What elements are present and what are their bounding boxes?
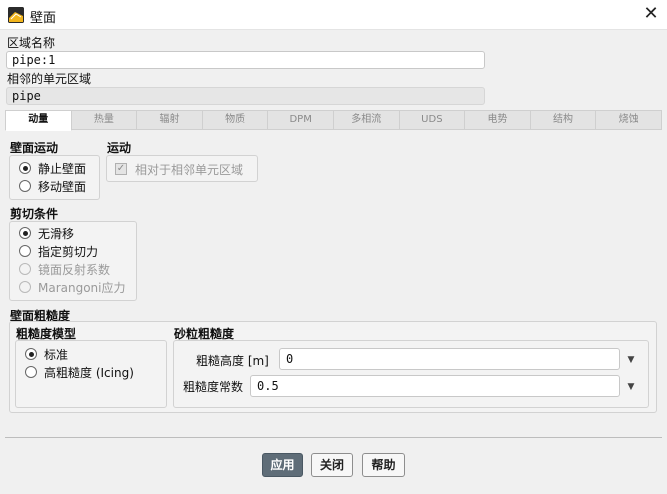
tab-bar: 动量 热量 辐射 物质 DPM 多相流 UDS 电势 结构 烧蚀 xyxy=(5,110,662,131)
adjacent-zone-label: 相邻的单元区域 xyxy=(7,72,92,86)
radio-specified-shear[interactable]: 指定剪切力 xyxy=(19,242,98,260)
motion-group: ✓ 相对于相邻单元区域 xyxy=(106,155,258,182)
tab-multiphase[interactable]: 多相流 xyxy=(333,110,400,130)
checkbox-checked-icon[interactable]: ✓ xyxy=(115,163,127,175)
motion-title: 运动 xyxy=(107,141,132,155)
footer-divider xyxy=(5,437,662,438)
radio-marangoni-stress: Marangoni应力 xyxy=(19,278,126,296)
radio-specularity-coefficient: 镜面反射系数 xyxy=(19,260,110,278)
specularity-coefficient-label: 镜面反射系数 xyxy=(38,262,111,277)
radio-button[interactable] xyxy=(25,348,37,360)
shear-condition-group: 无滑移 指定剪切力 镜面反射系数 Marangoni应力 xyxy=(9,221,137,301)
radio-stationary-wall[interactable]: 静止壁面 xyxy=(19,159,86,177)
close-icon[interactable]: ✕ xyxy=(640,3,662,25)
radio-button[interactable] xyxy=(19,180,31,192)
help-button[interactable]: 帮助 xyxy=(362,453,405,477)
tab-potential[interactable]: 电势 xyxy=(465,110,531,130)
wall-roughness-group: 粗糙度模型 标准 高粗糙度 (Icing) 砂粒粗糙度 粗糙高度 [m] 0 ▼… xyxy=(9,321,657,413)
roughness-constant-label: 粗糙度常数 xyxy=(183,380,244,394)
tab-uds[interactable]: UDS xyxy=(399,110,466,130)
zone-name-input[interactable]: pipe:1 xyxy=(6,51,485,69)
radio-button[interactable] xyxy=(19,227,31,239)
moving-wall-label: 移动壁面 xyxy=(38,179,87,194)
radio-no-slip[interactable]: 无滑移 xyxy=(19,224,74,242)
radio-button xyxy=(19,263,31,275)
radio-button[interactable] xyxy=(19,245,31,257)
no-slip-label: 无滑移 xyxy=(38,226,75,241)
tab-ablation[interactable]: 烧蚀 xyxy=(596,110,662,130)
roughness-height-label: 粗糙高度 [m] xyxy=(196,354,269,368)
tab-radiation[interactable]: 辐射 xyxy=(137,110,203,130)
close-button[interactable]: 关闭 xyxy=(311,453,353,477)
tab-species[interactable]: 物质 xyxy=(202,110,269,130)
tab-momentum[interactable]: 动量 xyxy=(5,110,72,131)
wall-motion-title: 壁面运动 xyxy=(10,141,59,155)
adjacent-zone-field: pipe xyxy=(6,87,485,105)
sand-grain-group: 粗糙高度 [m] 0 ▼ 粗糙度常数 0.5 ▼ xyxy=(173,340,649,408)
marangoni-stress-label: Marangoni应力 xyxy=(38,280,126,295)
high-roughness-label: 高粗糙度 (Icing) xyxy=(44,365,134,380)
tab-dpm[interactable]: DPM xyxy=(268,110,334,130)
radio-button[interactable] xyxy=(19,162,31,174)
radio-high-roughness-icing[interactable]: 高粗糙度 (Icing) xyxy=(25,363,134,381)
stationary-wall-label: 静止壁面 xyxy=(38,161,87,176)
roughness-constant-input[interactable]: 0.5 xyxy=(250,375,620,397)
radio-standard[interactable]: 标准 xyxy=(25,345,68,363)
specified-shear-label: 指定剪切力 xyxy=(38,244,99,259)
radio-button[interactable] xyxy=(25,366,37,378)
apply-button[interactable]: 应用 xyxy=(262,453,303,477)
wall-motion-group: 静止壁面 移动壁面 xyxy=(9,155,100,200)
zone-name-label: 区域名称 xyxy=(7,36,56,50)
shear-condition-title: 剪切条件 xyxy=(10,207,59,221)
tab-thermal[interactable]: 热量 xyxy=(71,110,138,130)
app-logo-icon xyxy=(8,7,24,23)
relative-to-adjacent-label: 相对于相邻单元区域 xyxy=(135,162,244,177)
tab-structure[interactable]: 结构 xyxy=(530,110,597,130)
roughness-model-group: 标准 高粗糙度 (Icing) xyxy=(15,340,167,408)
standard-label: 标准 xyxy=(44,347,69,362)
radio-button xyxy=(19,281,31,293)
roughness-height-input[interactable]: 0 xyxy=(279,348,620,370)
roughness-height-dropdown-icon[interactable]: ▼ xyxy=(625,354,637,366)
radio-moving-wall[interactable]: 移动壁面 xyxy=(19,177,86,195)
window-title: 壁面 xyxy=(30,11,57,26)
relative-to-adjacent-checkbox[interactable]: ✓ 相对于相邻单元区域 xyxy=(115,160,243,178)
title-bar xyxy=(0,0,667,30)
roughness-constant-dropdown-icon[interactable]: ▼ xyxy=(625,381,637,393)
